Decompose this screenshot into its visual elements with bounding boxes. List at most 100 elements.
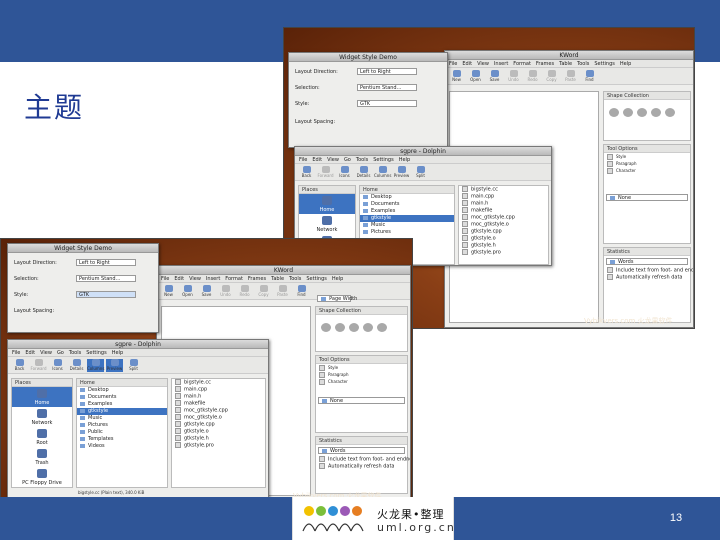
folder-item[interactable]: gtkstyle [360,215,454,222]
undo-button[interactable]: Undo [217,285,234,298]
folder-item[interactable]: Documents [77,394,167,401]
save-button[interactable]: Save [198,285,215,298]
shape-icon[interactable] [609,108,619,117]
file-item[interactable]: main.h [459,200,548,207]
tab-paragraph[interactable]: Paragraph [604,160,690,167]
file-item[interactable]: main.cpp [459,193,548,200]
menu-item[interactable]: Frames [248,276,266,282]
stats-select[interactable]: Words [318,447,405,454]
menu-item[interactable]: Settings [86,350,107,356]
menu-item[interactable]: Help [332,276,343,282]
columns-view-button[interactable]: Columns [87,359,104,372]
folder-item[interactable]: Pictures [360,229,454,236]
layout-direction-select[interactable]: Left to Right [76,259,136,266]
place-floppy[interactable]: PC Floppy Drive [12,467,72,487]
tab-character[interactable]: Character [604,167,690,174]
place-home[interactable]: Home [12,387,72,407]
preview-button[interactable]: Preview [106,359,123,372]
find-button[interactable]: Find [581,70,598,83]
new-button[interactable]: New [160,285,177,298]
file-item[interactable]: main.h [172,393,265,400]
menu-item[interactable]: File [299,157,307,163]
shape-icon[interactable] [651,108,661,117]
file-item[interactable]: makefile [459,207,548,214]
menu-item[interactable]: View [327,157,339,163]
file-item[interactable]: gtkstyle.o [459,235,548,242]
shape-icon[interactable] [637,108,647,117]
place-trash[interactable]: Trash [12,447,72,467]
include-notes-checkbox[interactable]: Include text from foot- and endnotes [604,267,693,274]
shape-icon[interactable] [349,323,359,332]
icons-view-button[interactable]: Icons [336,166,353,179]
forward-button[interactable]: Forward [30,359,47,372]
icons-view-button[interactable]: Icons [49,359,66,372]
menu-item[interactable]: Settings [373,157,394,163]
file-item[interactable]: moc_gtkstyle.cpp [172,407,265,414]
shape-icon[interactable] [363,323,373,332]
menu-item[interactable]: Format [513,61,531,67]
preview-button[interactable]: Preview [393,166,410,179]
file-item[interactable]: main.cpp [172,386,265,393]
file-item[interactable]: gtkstyle.pro [172,442,265,449]
menu-item[interactable]: Edit [25,350,35,356]
tab-style[interactable]: Style [316,364,407,371]
save-button[interactable]: Save [486,70,503,83]
file-item[interactable]: gtkstyle.h [459,242,548,249]
menu-item[interactable]: Frames [536,61,554,67]
menu-item[interactable]: File [449,61,457,67]
forward-button[interactable]: Forward [317,166,334,179]
file-item[interactable]: bigstyle.cc [459,186,548,193]
menu-item[interactable]: Table [559,61,572,67]
auto-refresh-checkbox[interactable]: Automatically refresh data [316,463,407,470]
menu-item[interactable]: Settings [594,61,615,67]
menu-item[interactable]: View [189,276,201,282]
folder-item[interactable]: Music [77,415,167,422]
include-notes-checkbox[interactable]: Include text from foot- and endnotes [316,456,410,463]
menu-item[interactable]: View [40,350,52,356]
menu-item[interactable]: Tools [289,276,301,282]
stats-select[interactable]: Words [606,258,688,265]
menu-item[interactable]: Edit [312,157,322,163]
menu-item[interactable]: View [477,61,489,67]
split-button[interactable]: Split [412,166,429,179]
menu-item[interactable]: Help [399,157,410,163]
style-select[interactable]: None [318,397,405,404]
folder-item[interactable]: Templates [77,436,167,443]
menu-item[interactable]: Settings [306,276,327,282]
undo-button[interactable]: Undo [505,70,522,83]
folder-item[interactable]: gtkstyle [77,408,167,415]
menu-item[interactable]: Tools [356,157,368,163]
folder-item[interactable]: Music [360,222,454,229]
open-button[interactable]: Open [179,285,196,298]
menu-item[interactable]: File [161,276,169,282]
selection-select[interactable]: Pentium Stand... [357,84,417,91]
tab-paragraph[interactable]: Paragraph [316,371,407,378]
new-button[interactable]: New [448,70,465,83]
columns-view-button[interactable]: Columns [374,166,391,179]
file-item[interactable]: gtkstyle.cpp [172,421,265,428]
menu-item[interactable]: Help [112,350,123,356]
folder-item[interactable]: Pictures [77,422,167,429]
copy-button[interactable]: Copy [255,285,272,298]
redo-button[interactable]: Redo [524,70,541,83]
shape-icon[interactable] [335,323,345,332]
menu-item[interactable]: Go [344,157,351,163]
menu-item[interactable]: Edit [174,276,184,282]
file-item[interactable]: gtkstyle.h [172,435,265,442]
shape-icon[interactable] [665,108,675,117]
folder-item[interactable]: Examples [77,401,167,408]
back-button[interactable]: Back [11,359,28,372]
layout-direction-select[interactable]: Left to Right [357,68,417,75]
style-select[interactable]: GTK [76,291,136,298]
paste-button[interactable]: Paste [274,285,291,298]
menu-item[interactable]: Table [271,276,284,282]
file-item[interactable]: moc_gtkstyle.o [172,414,265,421]
paste-button[interactable]: Paste [562,70,579,83]
menu-item[interactable]: Format [225,276,243,282]
folder-item[interactable]: Public [77,429,167,436]
style-select[interactable]: None [606,194,688,201]
folder-item[interactable]: Desktop [360,194,454,201]
file-item[interactable]: moc_gtkstyle.o [459,221,548,228]
copy-button[interactable]: Copy [543,70,560,83]
shape-icon[interactable] [321,323,331,332]
